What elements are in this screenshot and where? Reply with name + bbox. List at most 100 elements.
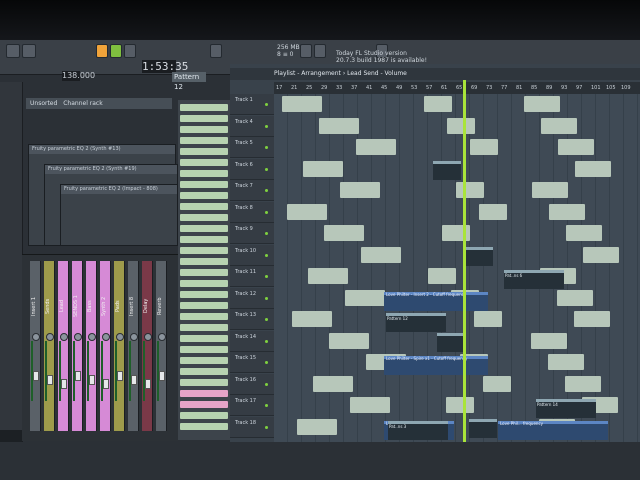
audio-clip[interactable]	[282, 96, 322, 112]
track-mute-led[interactable]	[265, 296, 268, 300]
pattern-list-item[interactable]	[180, 181, 228, 188]
audio-clip[interactable]	[565, 375, 601, 392]
pan-knob[interactable]	[32, 333, 40, 341]
audio-clip[interactable]	[469, 418, 497, 438]
track-mute-led[interactable]	[265, 361, 268, 364]
pan-knob[interactable]	[88, 333, 96, 341]
audio-clip[interactable]	[574, 311, 610, 327]
arrangement-grid[interactable]: Love Philter - Insert 2 - Cutoff frequen…	[274, 94, 640, 442]
track-mute-led[interactable]	[265, 253, 268, 257]
tempo-display[interactable]: 138.000	[62, 71, 95, 81]
browser-button[interactable]	[314, 44, 326, 58]
audio-clip[interactable]	[303, 160, 343, 177]
track-mute-led[interactable]	[265, 232, 268, 235]
track-mute-led[interactable]	[265, 124, 268, 128]
pan-knob[interactable]	[130, 333, 138, 341]
audio-clip[interactable]	[292, 311, 332, 327]
pattern-list-item[interactable]	[180, 280, 228, 287]
volume-fader[interactable]	[145, 379, 151, 389]
pattern-list-item[interactable]	[180, 423, 228, 430]
track-mute-led[interactable]	[265, 382, 268, 386]
volume-fader[interactable]	[131, 375, 137, 385]
snap-button[interactable]	[210, 44, 222, 58]
audio-clip[interactable]	[549, 203, 585, 220]
audio-clip[interactable]	[483, 375, 511, 392]
audio-clip[interactable]	[313, 375, 353, 392]
channel-rack-header[interactable]: Unsorted Channel rack	[26, 98, 172, 109]
eq-window[interactable]: Fruity parametric EQ 2 (Impact - 808)	[60, 184, 178, 246]
audio-clip[interactable]	[446, 397, 474, 413]
track-mute-led[interactable]	[265, 404, 268, 407]
mixer-strip[interactable]: Delay	[142, 261, 153, 431]
pattern-list-item[interactable]	[180, 269, 228, 276]
mixer-strip[interactable]: SENDS 1	[72, 261, 83, 431]
audio-clip[interactable]	[465, 246, 493, 266]
volume-fader[interactable]	[117, 371, 123, 381]
pattern-list-item[interactable]	[180, 390, 228, 397]
pattern-list-item[interactable]	[180, 115, 228, 122]
audio-clip[interactable]	[356, 139, 396, 155]
pattern-list-item[interactable]	[180, 104, 228, 111]
pattern-list-item[interactable]	[180, 192, 228, 199]
track-mute-led[interactable]	[265, 339, 268, 343]
pan-knob[interactable]	[60, 333, 68, 341]
track-header[interactable]: Track 18	[230, 416, 274, 438]
pattern-list-item[interactable]	[180, 170, 228, 177]
pattern-clip[interactable]: Pat..ns 6	[504, 270, 564, 289]
audio-clip[interactable]	[447, 117, 475, 134]
pattern-list-item[interactable]	[180, 368, 228, 375]
song-time-display[interactable]: 1:53:35	[142, 60, 188, 73]
audio-clip[interactable]	[361, 246, 401, 263]
track-header[interactable]: Track 11	[230, 266, 274, 287]
piano-roll-button[interactable]	[300, 44, 312, 58]
mixer-strip[interactable]: Synth 2	[100, 261, 111, 431]
track-header[interactable]: Track 6	[230, 158, 274, 180]
pan-knob[interactable]	[46, 333, 54, 341]
audio-clip[interactable]	[532, 182, 568, 198]
volume-fader[interactable]	[159, 371, 165, 381]
audio-clip[interactable]	[583, 246, 619, 263]
record-button[interactable]	[96, 44, 108, 58]
audio-clip[interactable]	[345, 289, 385, 306]
audio-clip[interactable]	[350, 397, 390, 413]
track-header[interactable]: Track 1	[230, 94, 274, 115]
volume-fader[interactable]	[61, 379, 67, 389]
eq-window-title[interactable]: Fruity parametric EQ 2 (Synth #19)	[45, 165, 177, 174]
audio-clip[interactable]	[548, 354, 584, 370]
audio-clip[interactable]	[558, 139, 594, 155]
pattern-list-item[interactable]	[180, 379, 228, 386]
audio-clip[interactable]	[479, 203, 507, 220]
pattern-list-item[interactable]	[180, 159, 228, 166]
track-header[interactable]: Track 8	[230, 201, 274, 223]
track-header[interactable]: Track 13	[230, 309, 274, 330]
audio-clip[interactable]	[437, 332, 465, 352]
pattern-list-item[interactable]	[180, 335, 228, 342]
audio-clip[interactable]	[308, 268, 348, 284]
pan-knob[interactable]	[144, 333, 152, 341]
mixer-strip[interactable]: Pads	[114, 261, 125, 431]
audio-clip[interactable]	[541, 117, 577, 134]
audio-clip[interactable]	[575, 160, 611, 177]
pattern-list-item[interactable]	[180, 236, 228, 243]
pattern-list-item[interactable]	[180, 247, 228, 254]
stop-button[interactable]	[124, 44, 136, 58]
automation-clip[interactable]: Love Philter - Spire x1 - Cutoff frequen…	[384, 356, 488, 375]
pattern-list-item[interactable]	[180, 137, 228, 144]
track-header[interactable]: Track 16	[230, 373, 274, 395]
pan-knob[interactable]	[102, 333, 110, 341]
audio-clip[interactable]	[456, 182, 484, 198]
pan-knob[interactable]	[74, 333, 82, 341]
pattern-list-item[interactable]	[180, 346, 228, 353]
pattern-clip[interactable]: Pat..ns 3	[388, 420, 448, 440]
menu-edit-button[interactable]	[22, 44, 36, 58]
volume-fader[interactable]	[103, 379, 109, 389]
track-header[interactable]: Track 12	[230, 287, 274, 309]
track-header[interactable]: Track 7	[230, 180, 274, 201]
pattern-list-item[interactable]	[180, 203, 228, 210]
mixer-strip[interactable]: Sends	[44, 261, 55, 431]
pattern-list-item[interactable]	[180, 357, 228, 364]
audio-clip[interactable]	[329, 332, 369, 349]
track-mute-led[interactable]	[265, 103, 268, 106]
audio-clip[interactable]	[340, 182, 380, 198]
eq-window-title[interactable]: Fruity parametric EQ 2 (Impact - 808)	[61, 185, 177, 194]
